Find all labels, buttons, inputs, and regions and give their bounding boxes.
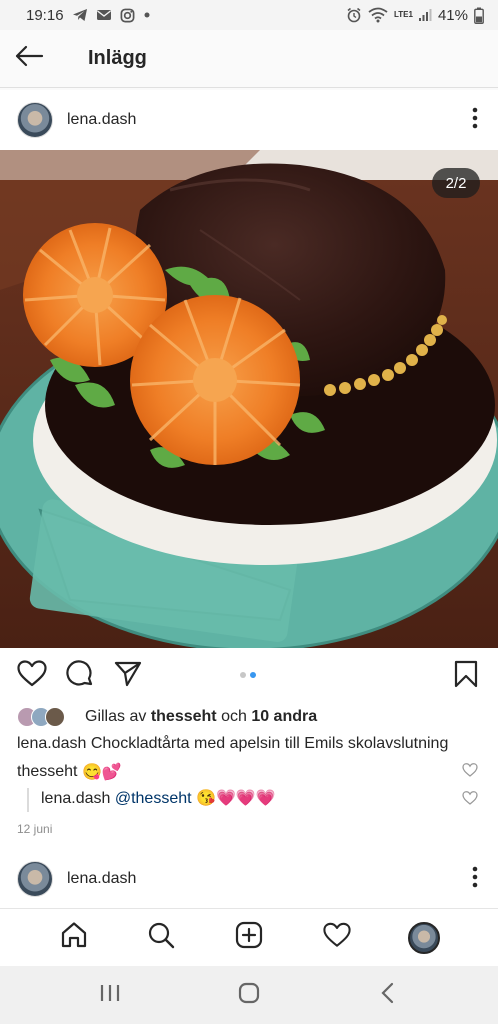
share-button[interactable] <box>104 652 152 700</box>
next-post-username[interactable]: lena.dash <box>67 870 136 888</box>
likes-text: Gillas av thesseht och 10 andra <box>85 708 317 726</box>
avatar <box>45 707 65 727</box>
reply-like-icon[interactable] <box>462 790 478 810</box>
home-icon <box>60 921 88 954</box>
more-options-button[interactable] <box>452 856 498 902</box>
post-header: lena.dash <box>0 90 498 150</box>
signal-icon <box>418 8 432 22</box>
likes-row[interactable]: Gillas av thesseht och 10 andra <box>17 704 498 730</box>
back-button[interactable] <box>0 30 58 88</box>
likes-first-user[interactable]: thesseht <box>151 708 217 725</box>
more-vertical-icon <box>472 107 478 134</box>
avatar[interactable] <box>17 861 53 897</box>
carousel-dot-active <box>250 672 256 678</box>
wifi-icon <box>368 7 388 23</box>
next-post-header: lena.dash <box>0 850 498 908</box>
cake-photo <box>0 150 498 648</box>
comment-text: 😋💕 <box>81 764 122 781</box>
reply-username[interactable]: lena.dash <box>41 790 110 807</box>
status-time: 19:16 <box>26 6 64 24</box>
battery-percent: 41% <box>437 6 468 24</box>
heart-icon <box>17 660 47 692</box>
instagram-icon <box>120 8 135 23</box>
comment-button[interactable] <box>56 652 104 700</box>
status-bar: 19:16 LTE1 41% <box>0 0 498 30</box>
comment-like-icon[interactable] <box>462 762 478 782</box>
nav-profile[interactable] <box>400 914 448 962</box>
alarm-icon <box>346 7 362 23</box>
send-icon <box>114 661 142 692</box>
nav-home[interactable] <box>50 914 98 962</box>
avatar[interactable] <box>17 102 53 138</box>
nav-add-post[interactable] <box>225 914 273 962</box>
reply-row: lena.dash @thesseht 😘💗💗💗 <box>17 786 498 814</box>
reply-mention[interactable]: @thesseht <box>115 790 192 807</box>
chevron-left-icon <box>380 982 396 1009</box>
comment-row: thesseht 😋💕 <box>17 758 498 786</box>
nav-activity[interactable] <box>313 914 361 962</box>
network-label: LTE1 <box>393 10 413 19</box>
recent-apps-button[interactable] <box>80 970 140 1020</box>
liker-avatars <box>17 707 75 727</box>
activity-heart-icon <box>322 922 351 953</box>
back-system-button[interactable] <box>358 970 418 1020</box>
save-button[interactable] <box>442 652 490 700</box>
likes-conjunction: och <box>221 708 247 725</box>
home-circle-icon <box>238 982 260 1009</box>
more-options-button[interactable] <box>452 97 498 143</box>
telegram-icon <box>72 7 88 23</box>
likes-prefix: Gillas av <box>85 708 147 725</box>
post-username[interactable]: lena.dash <box>67 111 136 129</box>
like-button[interactable] <box>8 652 56 700</box>
home-system-button[interactable] <box>219 970 279 1020</box>
bookmark-icon <box>454 660 478 693</box>
dot-icon <box>143 11 151 19</box>
nav-search[interactable] <box>137 914 185 962</box>
post-body: Gillas av thesseht och 10 andra lena.das… <box>0 704 498 854</box>
carousel-dot <box>240 672 246 678</box>
post-image[interactable]: 2/2 <box>0 150 498 648</box>
battery-icon <box>474 7 484 24</box>
mail-icon <box>96 8 112 22</box>
carousel-indicator <box>240 672 256 678</box>
profile-avatar <box>408 921 441 954</box>
reply-text: 😘💗💗💗 <box>196 790 276 807</box>
caption: lena.dash Chockladtårta med apelsin till… <box>17 730 498 758</box>
comment-icon <box>66 659 94 693</box>
page-title: Inlägg <box>88 47 147 69</box>
more-vertical-icon <box>472 866 478 893</box>
system-navigation-bar <box>0 966 498 1024</box>
caption-text: Chockladtårta med apelsin till Emils sko… <box>90 735 449 752</box>
post-actions-bar <box>0 648 498 704</box>
back-arrow-icon <box>14 45 44 72</box>
search-icon <box>147 921 175 954</box>
caption-username[interactable]: lena.dash <box>17 735 86 753</box>
recent-apps-icon <box>99 983 121 1008</box>
comment-username[interactable]: thesseht <box>17 763 77 781</box>
bottom-nav <box>0 908 498 966</box>
image-counter-badge: 2/2 <box>432 168 480 198</box>
add-post-icon <box>235 921 263 954</box>
reply-content: lena.dash @thesseht 😘💗💗💗 <box>27 788 276 812</box>
app-header: Inlägg <box>0 30 498 88</box>
post-date: 12 juni <box>17 822 53 836</box>
likes-others[interactable]: 10 andra <box>251 708 317 725</box>
